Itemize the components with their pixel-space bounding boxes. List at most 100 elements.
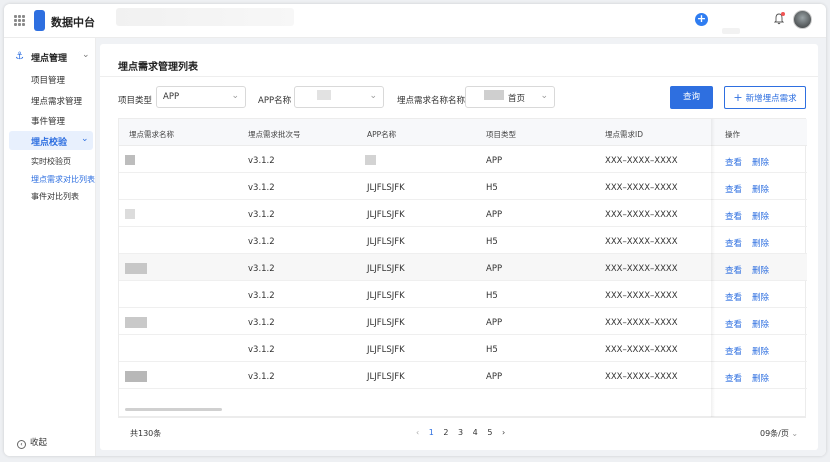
delete-link[interactable]: 删除	[752, 264, 769, 276]
plus-icon[interactable]: +	[695, 13, 708, 26]
divider	[100, 76, 818, 77]
batch-cell: v3.1.2	[248, 264, 275, 274]
id-cell: XXX–XXXX–XXXX	[605, 372, 678, 382]
view-link[interactable]: 查看	[725, 264, 742, 276]
anchor-icon: ⚓	[15, 51, 24, 62]
page-size-select[interactable]: 09条/页 ⌄	[760, 428, 798, 439]
collapse-label: 收起	[30, 438, 48, 448]
req-name-label: 埋点需求名称名称	[397, 96, 466, 106]
sidebar-item-realtime[interactable]: 实时校验页	[31, 156, 71, 167]
batch-cell: v3.1.2	[248, 210, 275, 220]
redacted-cell	[365, 155, 376, 165]
next-page-icon[interactable]: ›	[502, 428, 505, 437]
batch-cell: v3.1.2	[248, 183, 275, 193]
delete-link[interactable]: 删除	[752, 237, 769, 249]
type-cell: H5	[486, 291, 498, 301]
batch-cell: v3.1.2	[248, 237, 275, 247]
type-cell: APP	[486, 372, 503, 382]
table-row: v3.1.2 JLJFLSJFK H5 XXX–XXXX–XXXX 查看 删除	[119, 281, 807, 308]
page-number[interactable]: 3	[458, 428, 463, 437]
sidebar-item-req-compare[interactable]: 埋点需求对比列表	[31, 174, 95, 185]
page-size-value: 09条/页	[760, 429, 789, 438]
view-link[interactable]: 查看	[725, 156, 742, 168]
delete-link[interactable]: 删除	[752, 345, 769, 357]
grid-icon[interactable]	[14, 15, 25, 26]
type-cell: APP	[486, 264, 503, 274]
query-button[interactable]: 查询	[670, 86, 713, 109]
page-number[interactable]: 4	[473, 428, 478, 437]
notification-dot	[781, 12, 785, 16]
id-cell: XXX–XXXX–XXXX	[605, 156, 678, 166]
sidebar-item-event-compare[interactable]: 事件对比列表	[31, 191, 79, 202]
requirements-table: 埋点需求名称 埋点需求批次号 APP名称 项目类型 埋点需求ID 操作 v3.1…	[118, 118, 807, 418]
table-row: v3.1.2 JLJFLSJFK APP XXX–XXXX–XXXX 查看 删除	[119, 200, 807, 227]
table-row: v3.1.2 JLJFLSJFK APP XXX–XXXX–XXXX 查看 删除	[119, 308, 807, 335]
view-link[interactable]: 查看	[725, 237, 742, 249]
delete-link[interactable]: 删除	[752, 210, 769, 222]
delete-link[interactable]: 删除	[752, 291, 769, 303]
main-area: 埋点需求管理列表 项目类型 APP ⌄ APP名称 ⌄ 埋点需求名称名称 首页 …	[96, 38, 826, 456]
view-link[interactable]: 查看	[725, 372, 742, 384]
id-cell: XXX–XXXX–XXXX	[605, 318, 678, 328]
redacted-value	[317, 90, 331, 100]
avatar[interactable]	[793, 10, 812, 29]
app-name-select[interactable]: ⌄	[294, 86, 384, 108]
view-link[interactable]: 查看	[725, 291, 742, 303]
app-cell: JLJFLSJFK	[367, 237, 405, 247]
app-cell: JLJFLSJFK	[367, 318, 405, 328]
sidebar: ⚓ 埋点管理 ⌄ 项目管理 埋点需求管理 事件管理 埋点校验 ⌄ 实时校验页 埋…	[4, 38, 96, 456]
delete-link[interactable]: 删除	[752, 156, 769, 168]
req-name-select[interactable]: 首页 ⌄	[465, 86, 555, 108]
type-cell: H5	[486, 183, 498, 193]
delete-link[interactable]: 删除	[752, 372, 769, 384]
id-cell: XXX–XXXX–XXXX	[605, 183, 678, 193]
horizontal-scrollbar[interactable]	[125, 408, 222, 411]
redacted-area	[722, 28, 740, 34]
view-link[interactable]: 查看	[725, 345, 742, 357]
redacted-cell	[125, 155, 135, 165]
page-number[interactable]: 5	[487, 428, 492, 437]
batch-cell: v3.1.2	[248, 291, 275, 301]
project-type-select[interactable]: APP ⌄	[156, 86, 246, 108]
table-row: v3.1.2 APP XXX–XXXX–XXXX 查看 删除	[119, 146, 807, 173]
view-link[interactable]: 查看	[725, 183, 742, 195]
table-header: 埋点需求名称 埋点需求批次号 APP名称 项目类型 埋点需求ID 操作	[119, 119, 807, 146]
collapse-button[interactable]: ‹ 收起	[17, 436, 47, 449]
add-requirement-label: 新增埋点需求	[745, 94, 797, 104]
total-count: 共130条	[130, 429, 162, 438]
type-cell: APP	[486, 318, 503, 328]
content-card: 埋点需求管理列表 项目类型 APP ⌄ APP名称 ⌄ 埋点需求名称名称 首页 …	[100, 44, 818, 450]
sidebar-group-validation[interactable]: 埋点校验 ⌄	[9, 131, 93, 150]
delete-link[interactable]: 删除	[752, 183, 769, 195]
sidebar-item-requirements[interactable]: 埋点需求管理	[31, 95, 82, 107]
column-header: 埋点需求ID	[605, 130, 643, 139]
prev-page-icon[interactable]: ‹	[416, 428, 419, 437]
sidebar-item-events[interactable]: 事件管理	[31, 115, 65, 127]
page-number[interactable]: 2	[443, 428, 448, 437]
id-cell: XXX–XXXX–XXXX	[605, 210, 678, 220]
id-cell: XXX–XXXX–XXXX	[605, 264, 678, 274]
sidebar-group-tracking-management[interactable]: ⚓ 埋点管理 ⌄	[4, 48, 96, 66]
batch-cell: v3.1.2	[248, 345, 275, 355]
pagination: ‹ 1 2 3 4 5 ›	[416, 428, 512, 437]
column-header: APP名称	[367, 130, 397, 139]
type-cell: H5	[486, 237, 498, 247]
view-link[interactable]: 查看	[725, 318, 742, 330]
app-name-label: APP名称	[258, 96, 292, 106]
table-row: v3.1.2 JLJFLSJFK APP XXX–XXXX–XXXX 查看 删除	[119, 254, 807, 281]
type-cell: H5	[486, 345, 498, 355]
app-window: 数据中台 + ⚓ 埋点管理 ⌄ 项目管理 埋点需求管理 事件管理 埋点校验 ⌄ …	[4, 4, 826, 456]
add-requirement-button[interactable]: + 新增埋点需求	[724, 86, 806, 109]
app-cell: JLJFLSJFK	[367, 345, 405, 355]
view-link[interactable]: 查看	[725, 210, 742, 222]
sidebar-item-project[interactable]: 项目管理	[31, 74, 65, 86]
redacted-cell	[125, 209, 135, 219]
bell-icon[interactable]	[773, 12, 785, 25]
app-cell: JLJFLSJFK	[367, 264, 405, 274]
delete-link[interactable]: 删除	[752, 318, 769, 330]
batch-cell: v3.1.2	[248, 318, 275, 328]
sidebar-group-label: 埋点校验	[31, 138, 68, 148]
page-number[interactable]: 1	[429, 428, 434, 437]
redacted-cell	[125, 263, 147, 274]
column-header: 埋点需求名称	[129, 130, 174, 139]
